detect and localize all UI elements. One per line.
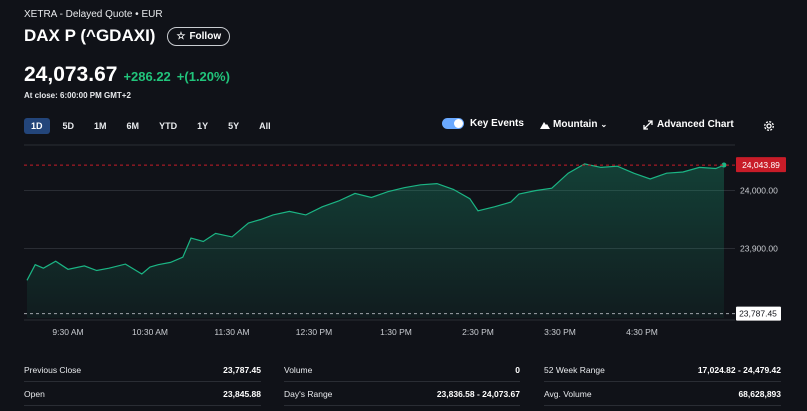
y-tick-label: 24,000.00: [740, 186, 778, 196]
prev-close-label: 23,787.45: [739, 309, 777, 319]
stat-avg-volume: Avg. Volume 68,628,893: [544, 383, 781, 406]
stat-52-week-range: 52 Week Range 17,024.82 - 24,479.42: [544, 359, 781, 382]
stat-previous-close: Previous Close 23,787.45: [24, 359, 261, 382]
x-tick-label: 10:30 AM: [132, 327, 168, 337]
stat-volume: Volume 0: [284, 359, 520, 382]
x-tick-label: 9:30 AM: [52, 327, 83, 337]
y-tick-label: 23,900.00: [740, 243, 778, 253]
stat-days-range: Day's Range 23,836.58 - 24,073.67: [284, 383, 520, 406]
x-tick-label: 12:30 PM: [296, 327, 332, 337]
current-price-label: 24,043.89: [742, 160, 780, 170]
x-tick-label: 2:30 PM: [462, 327, 494, 337]
stats-table: Previous Close 23,787.45 Volume 0 52 Wee…: [24, 358, 781, 406]
price-chart[interactable]: 24,000.00 23,900.00 9:30 AM 10:30 AM 11:30 A…: [0, 0, 807, 345]
x-tick-label: 3:30 PM: [544, 327, 576, 337]
x-tick-label: 11:30 AM: [214, 327, 249, 337]
stat-open: Open 23,845.88: [24, 383, 261, 406]
x-tick-label: 4:30 PM: [626, 327, 658, 337]
x-tick-label: 1:30 PM: [380, 327, 412, 337]
price-area: [27, 163, 724, 318]
